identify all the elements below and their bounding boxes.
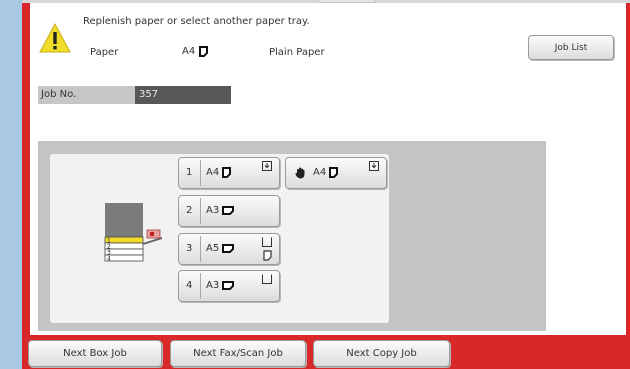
job-number-value: 357	[135, 86, 231, 104]
tray-size-text: A5	[206, 243, 220, 254]
tray-size-text: A4	[206, 167, 220, 178]
paper-portrait-icon	[263, 250, 272, 261]
tray-number: 2	[186, 205, 193, 216]
tray-size: A3	[206, 280, 235, 291]
paper-landscape-icon	[222, 281, 235, 290]
paper-portrait-icon	[329, 167, 339, 178]
tray-status-icon	[262, 274, 272, 284]
tray-status-icon	[262, 237, 272, 247]
paper-portrait-icon	[199, 46, 209, 57]
tray-size: A4	[206, 167, 232, 178]
job-number-label: Job No.	[38, 86, 135, 104]
tray-load-icon	[369, 161, 379, 171]
tray-divider	[200, 273, 201, 299]
next-copy-job-button[interactable]: Next Copy Job	[313, 340, 450, 367]
paper-landscape-icon	[222, 244, 235, 253]
tray-size: A4	[313, 167, 339, 178]
job-number-box: Job No. 357	[38, 86, 231, 104]
tray-size-text: A3	[206, 205, 220, 216]
red-frame-right	[626, 3, 630, 335]
tray-1-button[interactable]: 1 A4	[178, 157, 280, 189]
paper-landscape-icon	[222, 206, 235, 215]
tray-divider	[200, 198, 201, 224]
tray-size-text: A4	[313, 167, 327, 178]
paper-size: A4	[182, 46, 209, 57]
tray-size: A5	[206, 243, 235, 254]
job-list-button[interactable]: Job List	[528, 35, 614, 60]
bypass-tray-button[interactable]: A4	[285, 157, 387, 189]
red-frame-left	[22, 3, 30, 369]
tray-divider	[200, 236, 201, 262]
warning-message: Replenish paper or select another paper …	[83, 16, 310, 27]
paper-size-text: A4	[182, 46, 196, 57]
paper-label: Paper	[90, 47, 119, 58]
tray-number: 4	[186, 280, 193, 291]
paper-portrait-icon	[222, 167, 232, 178]
manual-feed-hand-icon	[295, 167, 305, 179]
tray-4-button[interactable]: 4 A3	[178, 270, 280, 302]
warning-triangle-icon	[39, 22, 71, 53]
machine-diagram-icon: 1 2 3 4	[104, 203, 162, 263]
next-fax-scan-job-button[interactable]: Next Fax/Scan Job	[170, 340, 306, 367]
tray-load-icon	[262, 161, 272, 171]
tray-size-text: A3	[206, 280, 220, 291]
left-side-strip	[0, 0, 22, 369]
tray-size: A3	[206, 205, 235, 216]
tray-3-button[interactable]: 3 A5	[178, 233, 280, 265]
tray-divider	[200, 160, 201, 186]
paper-type: Plain Paper	[269, 47, 325, 58]
tray-number: 3	[186, 243, 193, 254]
machine-tray-4-label: 4	[107, 256, 111, 263]
tray-number: 1	[186, 167, 193, 178]
next-box-job-button[interactable]: Next Box Job	[28, 340, 162, 367]
tray-2-button[interactable]: 2 A3	[178, 195, 280, 227]
